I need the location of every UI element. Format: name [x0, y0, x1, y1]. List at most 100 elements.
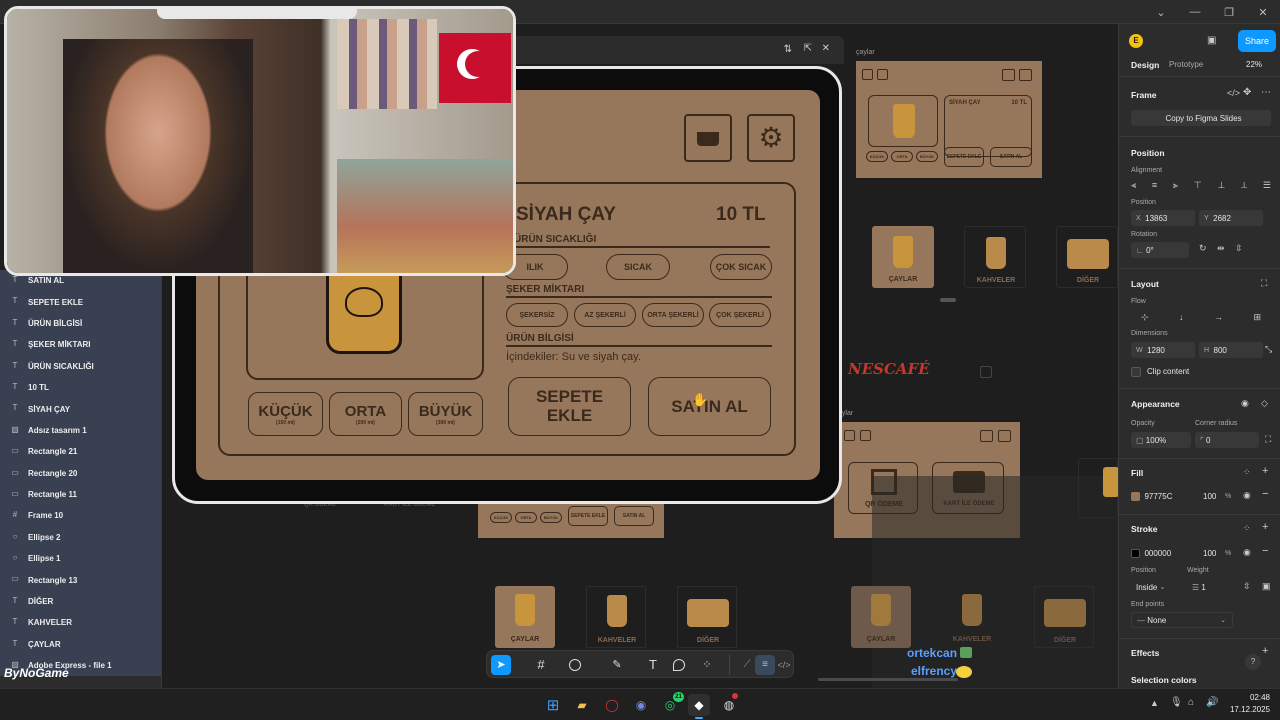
layer-item[interactable]: T ÜRÜN BİLGİSİ: [0, 312, 161, 335]
align-right-icon[interactable]: ⫸: [1173, 180, 1178, 194]
opacity-field[interactable]: ▢ 100%: [1131, 432, 1191, 448]
clock-date[interactable]: 17.12.2025: [1222, 705, 1270, 714]
frame-tool-icon[interactable]: #: [531, 655, 551, 675]
align-left-icon[interactable]: ⫷: [1131, 180, 1136, 194]
layer-item[interactable]: T ÇAYLAR: [0, 633, 161, 656]
distribute-icon[interactable]: ☰: [1263, 180, 1271, 194]
collapse-icon[interactable]: ⌄: [1144, 0, 1178, 24]
mini-product-frame[interactable]: SİYAH ÇAY 10 TL KÜÇÜK ORTA BÜYÜK SEPETE …: [856, 61, 1042, 178]
width-field[interactable]: W 1280: [1131, 342, 1195, 358]
volume-icon[interactable]: 🔊: [1206, 697, 1218, 708]
styles-icon[interactable]: ⁘: [1243, 523, 1251, 534]
styles-icon[interactable]: ⁘: [1243, 467, 1251, 478]
mini-frame-bottom[interactable]: KÜÇÜK ORTA BÜYÜK SEPETE EKLE SATIN AL: [478, 502, 664, 538]
copy-to-slides-button[interactable]: Copy to Figma Slides: [1131, 110, 1271, 126]
tray-chevron-icon[interactable]: ▲: [1150, 698, 1159, 708]
layer-item[interactable]: T SEPETE EKLE: [0, 291, 161, 313]
align-top-icon[interactable]: ⊤: [1194, 180, 1202, 194]
sugar-option-medium[interactable]: ORTA ŞEKERLİ: [642, 303, 704, 327]
auto-layout-icon[interactable]: ⛶: [1261, 278, 1267, 289]
eye-icon[interactable]: ◉: [1243, 547, 1251, 558]
category-tile-kahveler[interactable]: KAHVELER: [964, 226, 1026, 288]
component-icon[interactable]: ✥: [1243, 87, 1251, 98]
remove-stroke-icon[interactable]: −: [1262, 545, 1268, 557]
design-mode-icon[interactable]: ≡: [755, 655, 775, 675]
settings-button[interactable]: ⚙: [747, 114, 795, 162]
flow-vertical-icon[interactable]: ↓: [1179, 312, 1184, 323]
present-icon[interactable]: ▣: [1207, 35, 1216, 46]
text-tool-icon[interactable]: T: [643, 655, 663, 675]
flow-free-icon[interactable]: ⊹: [1141, 312, 1149, 323]
flip-horizontal-icon[interactable]: ⇹: [1217, 243, 1225, 254]
open-external-icon[interactable]: ⇱: [804, 43, 812, 54]
size-large-button[interactable]: BÜYÜK (300 ml): [408, 392, 483, 436]
buy-button[interactable]: SATIN AL: [648, 377, 771, 436]
align-middle-icon[interactable]: ⊥: [1217, 180, 1225, 194]
code-icon[interactable]: </>: [1227, 88, 1240, 98]
layer-item[interactable]: # Frame 10: [0, 505, 161, 527]
layer-item[interactable]: T SİYAH ÇAY: [0, 398, 161, 420]
sugar-option-high[interactable]: ÇOK ŞEKERLİ: [709, 303, 771, 327]
add-fill-icon[interactable]: +: [1262, 465, 1268, 477]
close-preview-icon[interactable]: ✕: [822, 43, 830, 54]
layer-item[interactable]: ○ Ellipse 1: [0, 548, 161, 570]
layer-item[interactable]: T ÜRÜN SICAKLIĞI: [0, 355, 161, 377]
draw-mode-icon[interactable]: ⟋: [737, 655, 757, 675]
horizontal-scrollbar[interactable]: [818, 678, 958, 681]
sugar-option-none[interactable]: ŞEKERSİZ: [506, 303, 568, 327]
temp-option-very-hot[interactable]: ÇOK SICAK: [710, 254, 772, 280]
resize-icon[interactable]: ⤡: [1265, 344, 1272, 355]
sugar-option-low[interactable]: AZ ŞEKERLİ: [574, 303, 636, 327]
close-button[interactable]: ✕: [1246, 0, 1280, 24]
opera-icon[interactable]: ◯: [601, 694, 623, 716]
basket-button[interactable]: [684, 114, 732, 162]
add-effect-icon[interactable]: +: [1262, 645, 1268, 657]
eye-icon[interactable]: ◉: [1243, 490, 1251, 501]
layer-item[interactable]: T DİĞER: [0, 590, 161, 613]
sliders-icon[interactable]: ⇅: [784, 44, 792, 55]
size-small-button[interactable]: KÜÇÜK (150 ml): [248, 392, 323, 436]
eye-icon[interactable]: ◉: [1241, 398, 1249, 409]
restore-button[interactable]: ❐: [1212, 0, 1246, 24]
layer-item[interactable]: ▭ Rectangle 13: [0, 569, 161, 591]
corner-radius-field[interactable]: ⌜ 0: [1195, 432, 1259, 448]
file-explorer-icon[interactable]: ▰: [571, 694, 593, 716]
y-field[interactable]: Y 2682: [1199, 210, 1263, 226]
align-center-icon[interactable]: ≡: [1152, 180, 1157, 194]
rotate-90-icon[interactable]: ↻: [1199, 243, 1207, 254]
tab-prototype[interactable]: Prototype: [1169, 60, 1203, 69]
category-tile-diger-bottom-2[interactable]: DİĞER: [1034, 586, 1094, 648]
clock-time[interactable]: 02:48: [1222, 693, 1270, 702]
layer-item[interactable]: T KAHVELER: [0, 612, 161, 634]
minimize-button[interactable]: —: [1178, 0, 1212, 24]
stroke-row[interactable]: 000000 100 %: [1131, 545, 1237, 561]
user-avatar[interactable]: E: [1129, 34, 1143, 48]
pen-tool-icon[interactable]: ✎: [607, 655, 627, 675]
height-field[interactable]: H 800: [1199, 342, 1263, 358]
windows-start-icon[interactable]: ⊞: [542, 694, 564, 716]
flip-vertical-icon[interactable]: ⇳: [1235, 243, 1243, 254]
drop-icon[interactable]: ◇: [1261, 398, 1268, 409]
selection-type[interactable]: Frame: [1131, 90, 1157, 100]
more-icon[interactable]: ⋯: [1261, 87, 1271, 98]
category-tile-caylar-bottom[interactable]: ÇAYLAR: [495, 586, 555, 648]
help-button[interactable]: ?: [1245, 654, 1261, 670]
microphone-icon[interactable]: 🎙: [1170, 697, 1183, 708]
category-tile-caylar[interactable]: ÇAYLAR: [872, 226, 934, 288]
frame-label-caylar[interactable]: çaylar: [856, 49, 875, 56]
category-tile-diger[interactable]: DİĞER: [1056, 226, 1118, 288]
layer-item[interactable]: ○ Ellipse 2: [0, 526, 161, 549]
independent-corners-icon[interactable]: ⛶: [1265, 434, 1271, 445]
temp-option-hot[interactable]: SICAK: [606, 254, 670, 280]
end-points-select[interactable]: — None ⌄: [1131, 612, 1233, 628]
comment-tool-icon[interactable]: [673, 659, 685, 671]
stroke-settings-icon[interactable]: ▣: [1262, 581, 1271, 592]
layer-item[interactable]: ▧ Adsız tasarım 1: [0, 419, 161, 442]
fill-swatch[interactable]: [1131, 491, 1140, 501]
actions-icon[interactable]: ⁘: [697, 655, 717, 675]
flow-grid-icon[interactable]: ⊞: [1253, 312, 1261, 323]
size-medium-button[interactable]: ORTA (200 ml): [329, 392, 402, 436]
add-to-cart-button[interactable]: SEPETE EKLE: [508, 377, 631, 436]
layer-item[interactable]: T ŞEKER MİKTARI: [0, 334, 161, 356]
layer-item[interactable]: ▭ Rectangle 20: [0, 462, 161, 484]
